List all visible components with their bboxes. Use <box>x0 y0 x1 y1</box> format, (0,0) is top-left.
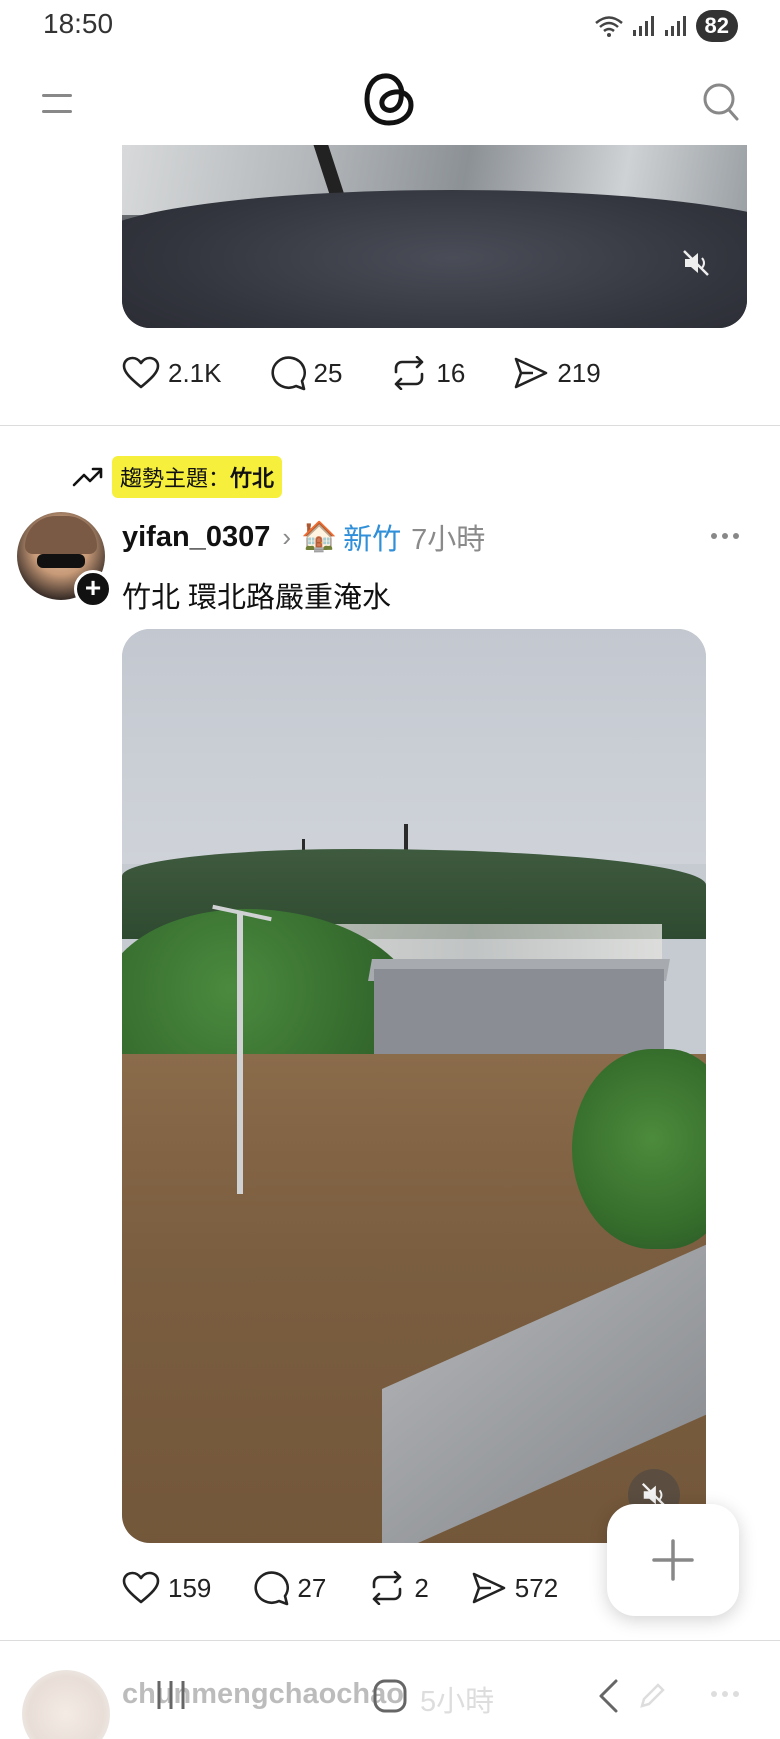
mute-icon[interactable] <box>681 248 711 278</box>
trending-row[interactable]: 趨勢主題：竹北 <box>72 456 283 498</box>
menu-icon[interactable] <box>42 93 72 115</box>
post-video[interactable] <box>122 629 706 1543</box>
video-dashboard <box>122 190 747 328</box>
plus-icon <box>652 1539 694 1581</box>
repost-button[interactable]: 16 <box>390 356 465 390</box>
trending-tag[interactable]: 趨勢主題：竹北 <box>112 456 283 498</box>
share-button[interactable]: 219 <box>513 356 601 390</box>
like-button[interactable]: 159 <box>122 1571 211 1605</box>
status-time: 18:50 <box>43 8 114 39</box>
post-divider <box>0 425 780 426</box>
new-thread-button[interactable] <box>607 1504 739 1616</box>
post-actions: 159 27 2 572 <box>122 1570 600 1606</box>
signal-icon <box>632 16 654 36</box>
recent-apps-icon[interactable] <box>155 1678 187 1712</box>
trending-topic: 竹北 <box>230 466 275 491</box>
heart-icon <box>122 356 160 389</box>
like-button[interactable]: 2.1K <box>122 356 222 390</box>
home-icon[interactable] <box>372 1678 408 1714</box>
trending-icon <box>72 467 103 487</box>
battery-indicator: 82 <box>695 10 738 42</box>
comment-button[interactable]: 25 <box>270 355 343 391</box>
comment-count: 25 <box>313 357 343 388</box>
share-count: 572 <box>514 1572 559 1603</box>
like-count: 159 <box>168 1572 212 1603</box>
threads-logo[interactable] <box>362 68 418 130</box>
heart-icon <box>122 1571 160 1604</box>
search-icon[interactable] <box>702 82 740 122</box>
trending-label: 趨勢主題： <box>120 466 231 491</box>
share-icon <box>515 357 548 389</box>
back-icon[interactable] <box>596 1678 620 1714</box>
repost-count: 2 <box>414 1572 429 1603</box>
share-icon <box>472 1572 506 1604</box>
more-icon[interactable] <box>710 532 740 540</box>
post-text: 竹北 環北路嚴重淹水 <box>122 582 392 614</box>
repost-count: 16 <box>436 357 466 388</box>
follow-button[interactable]: + <box>74 570 112 608</box>
top-nav <box>0 50 780 145</box>
repost-icon <box>373 1571 402 1605</box>
post-time: 7小時 <box>411 524 486 556</box>
post-divider <box>0 1640 780 1641</box>
photo-sky <box>122 629 706 864</box>
like-count: 2.1K <box>168 357 222 388</box>
avatar-glasses <box>37 554 85 568</box>
comment-button[interactable]: 27 <box>253 1570 326 1606</box>
comment-icon <box>254 1571 290 1606</box>
status-icons: 82 <box>594 10 738 42</box>
status-bar: 18:50 82 <box>0 0 780 50</box>
post-actions: 2.1K 25 16 219 <box>122 355 649 391</box>
comment-icon <box>270 356 306 391</box>
signal-icon-2 <box>664 16 686 36</box>
avatar-hair <box>25 516 97 554</box>
username[interactable]: yifan_0307 <box>122 521 270 554</box>
location-link[interactable]: 新竹 <box>343 516 401 558</box>
house-icon: 🏠 <box>301 521 338 553</box>
repost-button[interactable]: 2 <box>368 1571 429 1605</box>
system-nav-bar <box>0 1650 780 1739</box>
photo-streetlight <box>237 914 243 1194</box>
wifi-icon <box>594 16 623 37</box>
post-header: yifan_0307 › 🏠 新竹 7小時 <box>122 516 485 558</box>
repost-icon <box>395 356 424 390</box>
share-count: 219 <box>557 357 601 388</box>
comment-count: 27 <box>297 1572 327 1603</box>
share-button[interactable]: 572 <box>471 1571 558 1605</box>
post-video[interactable] <box>122 120 747 328</box>
chevron-right-icon: › <box>282 521 291 552</box>
